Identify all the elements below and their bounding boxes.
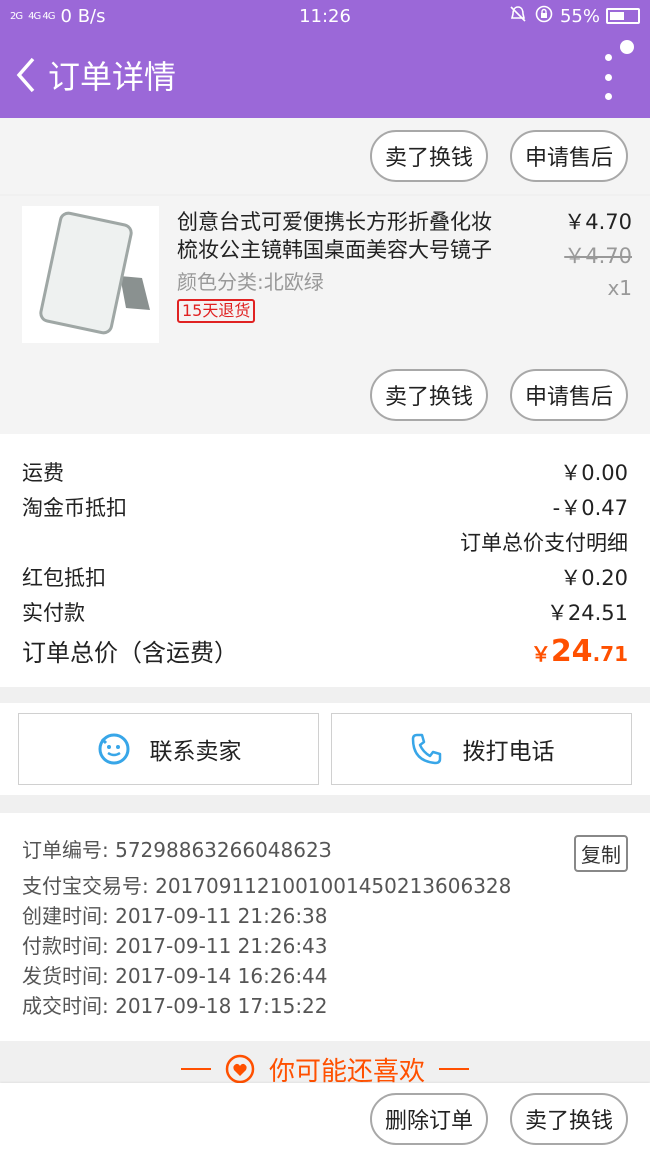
contact-actions: 联系卖家 拨打电话 <box>0 703 650 795</box>
status-bar: 2G 4G 4G 0 B/s 11:26 55% <box>0 0 650 32</box>
cost-summary: 运费 ￥0.00 淘金币抵扣 -￥0.47 订单总价支付明细 红包抵扣 ￥0.2… <box>0 434 650 687</box>
product-spec: 颜色分类:北欧绿 <box>177 270 324 294</box>
bottom-action-bar: 删除订单 卖了换钱 <box>0 1083 650 1155</box>
chevron-left-icon <box>16 57 35 93</box>
bottom-sell-button[interactable]: 卖了换钱 <box>510 1093 628 1145</box>
divider <box>439 1068 469 1070</box>
signal-icon: 2G <box>10 10 23 22</box>
order-item: 创意台式可爱便携长方形折叠化妆梳妆公主镜韩国桌面美容大号镜子 颜色分类:北欧绿 … <box>0 196 650 434</box>
chat-icon <box>98 733 129 765</box>
redpacket-label: 红包抵扣 <box>22 566 106 590</box>
order-info: 订单编号: 5729886326604862З 支付宝交易号: 20170911… <box>0 813 650 1041</box>
page-title: 订单详情 <box>48 58 177 96</box>
copy-button[interactable]: 复制 <box>574 835 628 872</box>
phone-icon <box>411 733 441 765</box>
item-sell-button[interactable]: 卖了换钱 <box>370 369 488 421</box>
shipping-label: 运费 <box>22 461 64 485</box>
battery-percent: 55% <box>559 5 600 27</box>
delete-order-button[interactable]: 删除订单 <box>370 1093 488 1145</box>
alipay-trade-number: 支付宝交易号: 2017091121001001450213606328 <box>22 874 512 898</box>
recommend-label: 你可能还喜欢 <box>268 1056 425 1087</box>
product-original-price: ￥4.70 <box>564 244 632 268</box>
call-phone-label: 拨打电话 <box>462 738 555 764</box>
product-image[interactable] <box>22 206 159 343</box>
created-time: 创建时间: 2017-09-11 21:26:38 <box>22 904 328 928</box>
product-price: ￥4.70 <box>564 210 632 234</box>
network-icon: 4G 4G <box>28 10 55 22</box>
item-aftersale-button[interactable]: 申请售后 <box>510 369 628 421</box>
contact-seller-button[interactable]: 联系卖家 <box>18 713 319 785</box>
mute-icon <box>508 4 528 29</box>
title-bar: 订单详情 <box>0 32 650 118</box>
item-actions: 卖了换钱 申请售后 <box>0 356 650 434</box>
heart-icon <box>225 1054 255 1084</box>
back-button[interactable] <box>4 32 48 118</box>
payment-detail-link[interactable]: 订单总价支付明细 <box>460 526 628 561</box>
lock-rotation-icon <box>534 4 554 29</box>
total-price: ￥24.71 <box>530 634 628 669</box>
coin-discount-value: -￥0.47 <box>552 496 628 520</box>
item-row[interactable]: 创意台式可爱便携长方形折叠化妆梳妆公主镜韩国桌面美容大号镜子 颜色分类:北欧绿 … <box>0 196 650 356</box>
notification-dot <box>620 40 634 54</box>
shipping-value: ￥0.00 <box>560 461 628 485</box>
network-speed: 0 B/s <box>60 5 106 27</box>
sell-button[interactable]: 卖了换钱 <box>370 130 488 182</box>
aftersale-button[interactable]: 申请售后 <box>510 130 628 182</box>
more-icon <box>604 54 612 61</box>
battery-icon <box>606 8 640 24</box>
more-menu-button[interactable] <box>596 54 620 100</box>
product-quantity: x1 <box>607 276 632 300</box>
paid-label: 实付款 <box>22 601 85 625</box>
completed-time: 成交时间: 2017-09-18 17:15:22 <box>22 994 328 1018</box>
paid-value: ￥24.51 <box>546 601 628 625</box>
redpacket-value: ￥0.20 <box>560 566 628 590</box>
product-title[interactable]: 创意台式可爱便携长方形折叠化妆梳妆公主镜韩国桌面美容大号镜子 <box>177 208 507 264</box>
return-badge: 15天退货 <box>177 299 256 323</box>
coin-discount-label: 淘金币抵扣 <box>22 496 127 520</box>
paid-time: 付款时间: 2017-09-11 21:26:43 <box>22 934 328 958</box>
divider <box>180 1068 211 1070</box>
call-phone-button[interactable]: 拨打电话 <box>331 713 632 785</box>
shipped-time: 发货时间: 2017-09-14 16:26:44 <box>22 964 328 988</box>
contact-seller-label: 联系卖家 <box>149 738 242 764</box>
order-number: 订单编号: 5729886326604862З <box>22 838 332 862</box>
total-label: 订单总价（含运费） <box>22 639 238 667</box>
top-actions: 卖了换钱 申请售后 <box>0 118 650 194</box>
